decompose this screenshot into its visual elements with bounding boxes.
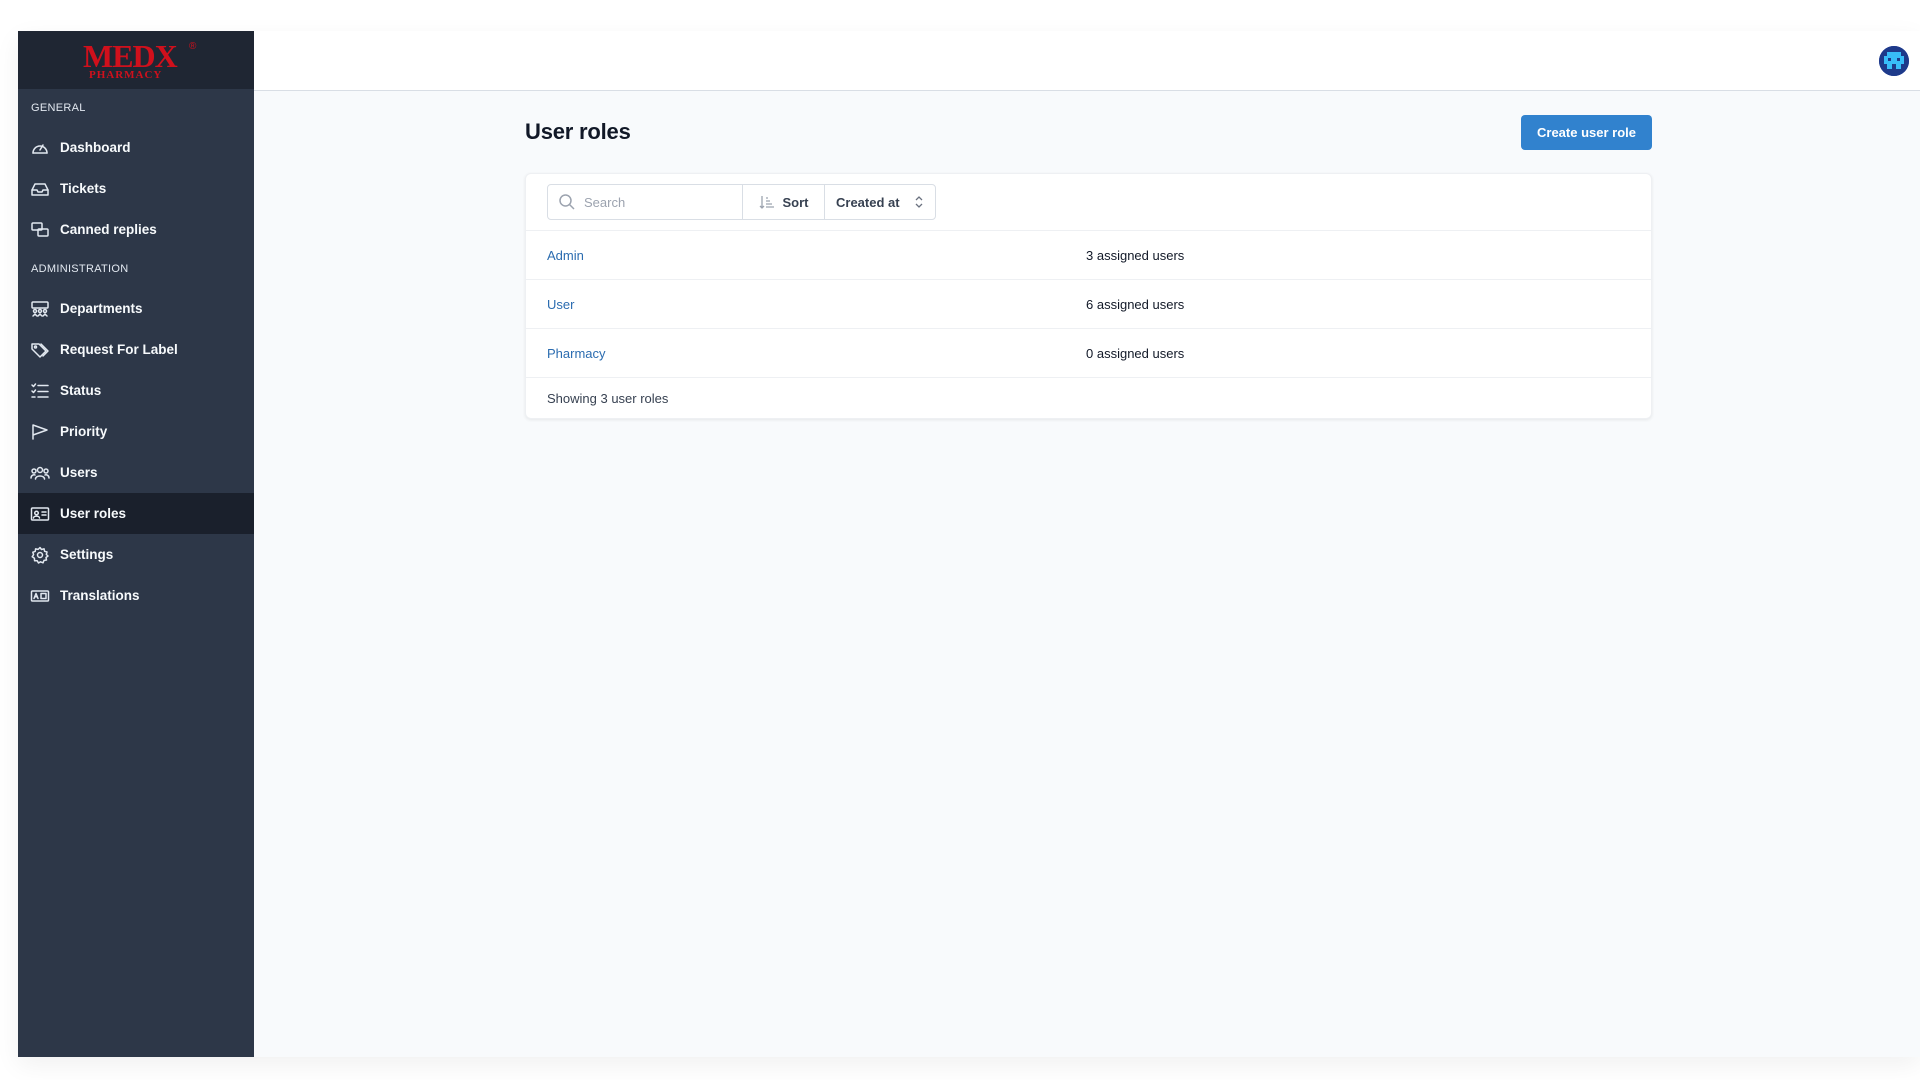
- flag-icon: [30, 423, 50, 441]
- table-row[interactable]: Pharmacy 0 assigned users: [526, 329, 1651, 378]
- registered-mark: ®: [189, 41, 197, 52]
- list-footer: Showing 3 user roles: [547, 390, 669, 406]
- top-bar: [254, 31, 1920, 91]
- tags-icon: [30, 341, 50, 359]
- gear-icon: [30, 546, 50, 564]
- role-name-link[interactable]: Pharmacy: [547, 346, 1086, 361]
- search-input[interactable]: [584, 194, 724, 210]
- search-icon: [559, 194, 575, 210]
- nav-section-general: GENERAL: [31, 102, 86, 114]
- sort-field-select[interactable]: Created at: [825, 185, 935, 219]
- sort-label: Sort: [782, 194, 809, 210]
- user-avatar[interactable]: [1879, 46, 1909, 76]
- sidebar-item-priority[interactable]: Priority: [18, 411, 254, 452]
- assigned-users-count: 6 assigned users: [1086, 297, 1184, 312]
- page-header: User roles Create user role: [525, 91, 1652, 173]
- language-icon: [30, 587, 50, 605]
- sidebar-item-label: Departments: [60, 301, 143, 316]
- sidebar-item-label: Canned replies: [60, 222, 157, 237]
- table-row[interactable]: Admin 3 assigned users: [526, 231, 1651, 280]
- search-box[interactable]: [548, 185, 743, 219]
- role-name-link[interactable]: User: [547, 297, 1086, 312]
- role-name-link[interactable]: Admin: [547, 248, 1086, 263]
- assigned-users-suffix: assigned users: [1093, 296, 1185, 312]
- user-roles-card: Sort Created at Admin 3 assigned users U…: [525, 173, 1652, 419]
- sidebar: MEDX PHARMACY ® GENERAL Dashboard Ticket…: [18, 31, 254, 1057]
- sort-ascending-icon: [759, 196, 774, 209]
- table-row[interactable]: User 6 assigned users: [526, 280, 1651, 329]
- sidebar-item-dashboard[interactable]: Dashboard: [18, 127, 254, 168]
- avatar-pixel-icon: [1879, 46, 1909, 76]
- chevron-up-down-icon: [915, 196, 923, 208]
- inbox-tray-icon: [30, 180, 50, 198]
- sidebar-item-label: User roles: [60, 506, 127, 521]
- sidebar-item-users[interactable]: Users: [18, 452, 254, 493]
- nav-section-administration: ADMINISTRATION: [31, 263, 129, 275]
- assigned-users-count: 3 assigned users: [1086, 248, 1184, 263]
- sidebar-item-label: Request For Label: [60, 342, 178, 357]
- sidebar-item-label: Users: [60, 465, 98, 480]
- departments-icon: [30, 300, 50, 318]
- chat-bubbles-icon: [30, 221, 50, 239]
- sidebar-item-translations[interactable]: Translations: [18, 575, 254, 616]
- app-window: MEDX PHARMACY ® GENERAL Dashboard Ticket…: [18, 31, 1920, 1057]
- main-area: User roles Create user role Sort: [254, 31, 1920, 1057]
- assigned-users-suffix: assigned users: [1093, 345, 1185, 361]
- filter-group: Sort Created at: [547, 184, 936, 220]
- sidebar-item-label: Status: [60, 383, 102, 398]
- checklist-icon: [30, 382, 50, 400]
- page-title: User roles: [525, 119, 631, 144]
- logo-subtext: PHARMACY: [89, 69, 162, 81]
- sidebar-item-canned-replies[interactable]: Canned replies: [18, 209, 254, 250]
- medx-pharmacy-logo: MEDX PHARMACY ®: [83, 38, 197, 81]
- content: User roles Create user role Sort: [525, 91, 1652, 419]
- sidebar-item-status[interactable]: Status: [18, 370, 254, 411]
- create-user-role-button[interactable]: Create user role: [1521, 114, 1652, 150]
- sidebar-item-label: Settings: [60, 547, 114, 562]
- dashboard-gauge-icon: [30, 139, 50, 157]
- sidebar-item-request-for-label[interactable]: Request For Label: [18, 329, 254, 370]
- sidebar-item-user-roles[interactable]: User roles: [18, 493, 254, 534]
- list-toolbar: Sort Created at: [526, 174, 1651, 231]
- sidebar-item-departments[interactable]: Departments: [18, 288, 254, 329]
- sidebar-item-tickets[interactable]: Tickets: [18, 168, 254, 209]
- sort-field-value: Created at: [836, 194, 900, 210]
- sidebar-item-label: Tickets: [60, 181, 107, 196]
- id-card-icon: [30, 505, 50, 523]
- logo-bar[interactable]: MEDX PHARMACY ®: [18, 31, 254, 89]
- sidebar-item-label: Priority: [60, 424, 108, 439]
- sidebar-item-settings[interactable]: Settings: [18, 534, 254, 575]
- assigned-users-count: 0 assigned users: [1086, 346, 1184, 361]
- assigned-users-suffix: assigned users: [1093, 247, 1185, 263]
- sort-button[interactable]: Sort: [743, 185, 825, 219]
- sidebar-item-label: Dashboard: [60, 140, 131, 155]
- users-group-icon: [30, 464, 50, 482]
- sidebar-item-label: Translations: [60, 588, 140, 603]
